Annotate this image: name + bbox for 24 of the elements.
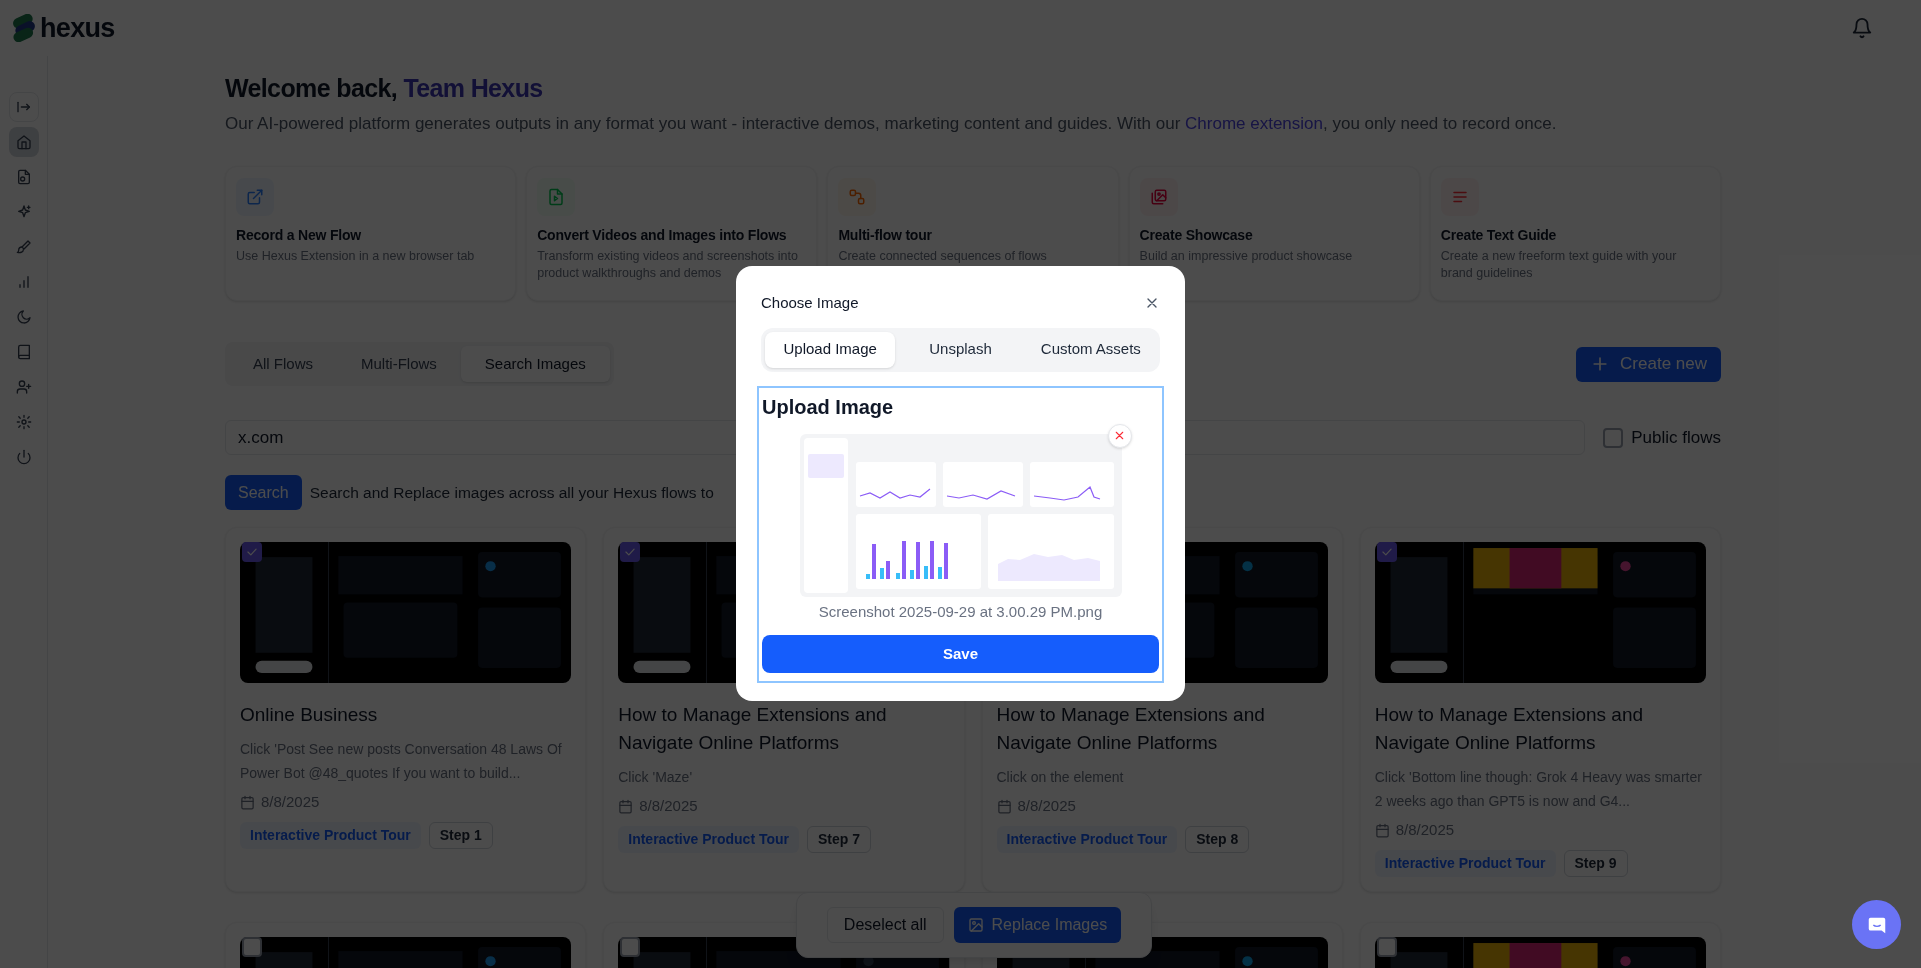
flow-title: How to Manage Extensions and Navigate Online Platforms bbox=[1374, 703, 1645, 755]
remove-image-button[interactable] bbox=[1107, 423, 1132, 448]
section-title: Upload Image bbox=[762, 394, 895, 420]
flow-title: Online Business bbox=[240, 703, 379, 727]
tab[interactable]: Unsplash bbox=[895, 331, 1026, 368]
flow-title: How to Manage Extensions and Navigate Online Platforms bbox=[996, 703, 1266, 755]
flow-title: How to Manage Extensions and Navigate Online Platforms bbox=[618, 703, 888, 755]
welcome-heading: Welcome back, Team Hexus bbox=[225, 73, 544, 104]
file-name: Screenshot 2025-09-29 at 3.00.29 PM.png bbox=[817, 601, 1104, 622]
tab[interactable]: Multi-Flows bbox=[337, 346, 461, 382]
search-hint: Search and Replace images across all your Hexus flows to bbox=[309, 482, 714, 503]
checkbox-label: Public flows bbox=[1631, 426, 1721, 449]
action-title: Create Text Guide bbox=[1440, 226, 1558, 245]
dialog-title: Choose Image bbox=[761, 293, 859, 313]
action-title: Create Showcase bbox=[1139, 226, 1254, 245]
save-button[interactable]: Save bbox=[762, 635, 1159, 673]
action-title: Multi-flow tour bbox=[838, 226, 933, 245]
action-title: Convert Videos and Images into Flows bbox=[537, 226, 788, 245]
app-name: hexus bbox=[40, 14, 115, 42]
tab[interactable]: Custom Assets bbox=[1025, 331, 1156, 368]
tab[interactable]: Upload Image bbox=[765, 331, 896, 368]
tab[interactable]: All Flows bbox=[229, 346, 337, 382]
close-icon bbox=[1113, 429, 1126, 442]
action-title: Record a New Flow bbox=[236, 226, 362, 245]
